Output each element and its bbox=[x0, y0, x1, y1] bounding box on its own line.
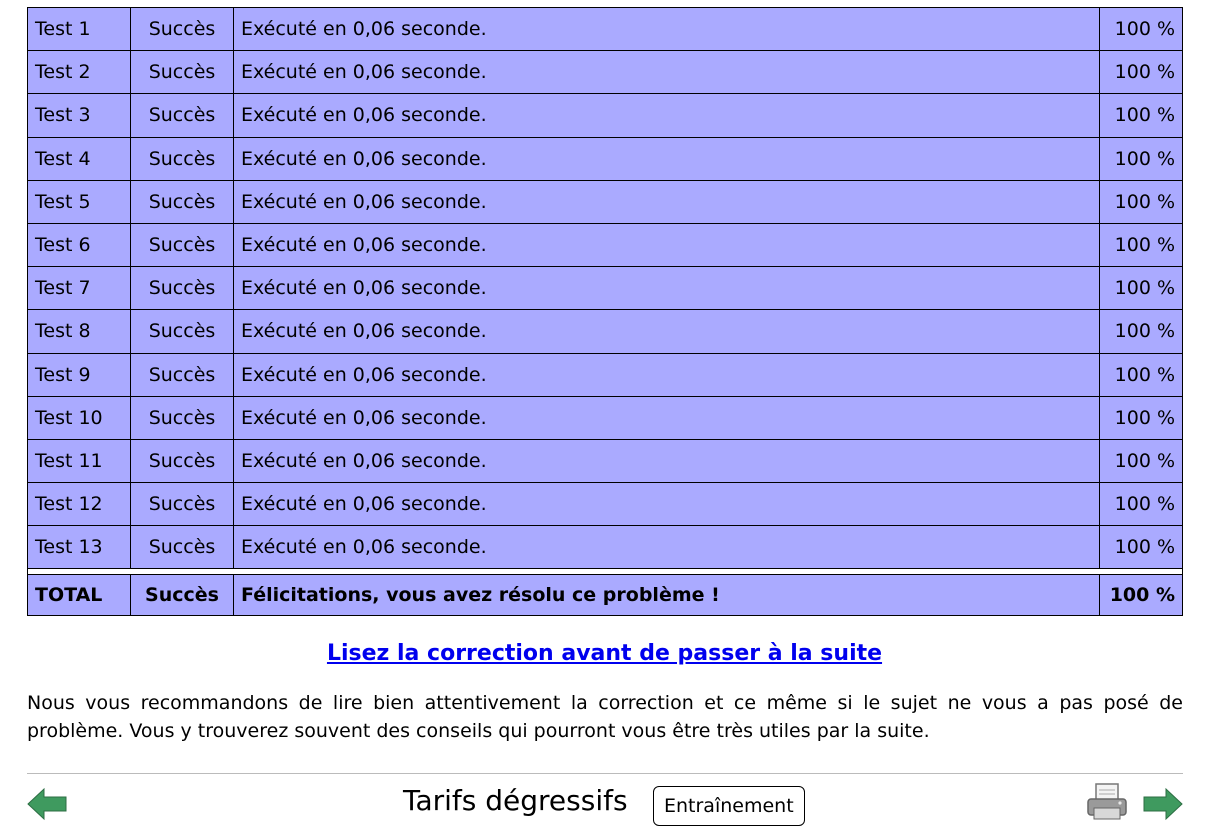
problem-title: Tarifs dégressifs bbox=[403, 784, 628, 817]
status-cell: Succès bbox=[130, 93, 234, 138]
message-cell: Exécuté en 0,06 seconde. bbox=[233, 395, 1100, 440]
test-name-cell: Test 3 bbox=[27, 93, 131, 138]
score-cell: 100 % bbox=[1099, 482, 1183, 527]
status-cell: Succès bbox=[130, 438, 234, 484]
left-arrow-icon[interactable] bbox=[27, 787, 67, 821]
score-cell: 100 % bbox=[1099, 309, 1183, 354]
test-name-cell: Test 6 bbox=[27, 222, 131, 268]
test-name-cell: Test 8 bbox=[27, 309, 131, 354]
status-cell: Succès bbox=[130, 574, 234, 617]
test-name-cell: Test 11 bbox=[27, 438, 131, 484]
message-cell: Exécuté en 0,06 seconde. bbox=[233, 438, 1100, 484]
test-name-cell: Test 5 bbox=[27, 179, 131, 224]
test-name-cell: Test 7 bbox=[27, 266, 131, 311]
message-cell: Exécuté en 0,06 seconde. bbox=[233, 179, 1100, 224]
status-cell: Succès bbox=[130, 352, 234, 397]
total-row: TOTAL Succès Félicitations, vous avez réso… bbox=[27, 574, 1183, 617]
test-name-cell: TOTAL bbox=[27, 574, 131, 617]
status-cell: Succès bbox=[130, 309, 234, 354]
test-name-cell: Test 13 bbox=[27, 525, 131, 570]
test-name-cell: Test 1 bbox=[27, 6, 131, 52]
message-cell: Exécuté en 0,06 seconde. bbox=[233, 222, 1100, 268]
table-row: Test 6 Succès Exécuté en 0,06 seconde. 100 … bbox=[27, 222, 1183, 268]
message-cell: Exécuté en 0,06 seconde. bbox=[233, 352, 1100, 397]
score-cell: 100 % bbox=[1099, 179, 1183, 224]
table-row: Test 2 Succès Exécuté en 0,06 seconde. 100 … bbox=[27, 50, 1183, 95]
table-row: Test 5 Succès Exécuté en 0,06 seconde. 100 … bbox=[27, 179, 1183, 224]
message-cell: Exécuté en 0,06 seconde. bbox=[233, 309, 1100, 354]
score-cell: 100 % bbox=[1099, 93, 1183, 138]
status-cell: Succès bbox=[130, 482, 234, 527]
status-cell: Succès bbox=[130, 222, 234, 268]
score-cell: 100 % bbox=[1099, 6, 1183, 52]
message-cell: Exécuté en 0,06 seconde. bbox=[233, 6, 1100, 52]
status-cell: Succès bbox=[130, 6, 234, 52]
status-cell: Succès bbox=[130, 266, 234, 311]
message-cell: Exécuté en 0,06 seconde. bbox=[233, 50, 1100, 95]
status-cell: Succès bbox=[130, 395, 234, 440]
training-mode-button[interactable]: Entraînement bbox=[653, 786, 805, 826]
status-cell: Succès bbox=[130, 50, 234, 95]
score-cell: 100 % bbox=[1099, 266, 1183, 311]
test-results-table: Test 1 Succès Exécuté en 0,06 seconde. 100 … bbox=[27, 6, 1183, 617]
score-cell: 100 % bbox=[1099, 395, 1183, 440]
status-cell: Succès bbox=[130, 179, 234, 224]
message-cell: Félicitations, vous avez résolu ce probl… bbox=[233, 574, 1100, 617]
table-row: Test 13 Succès Exécuté en 0,06 seconde. 100… bbox=[27, 525, 1183, 570]
message-cell: Exécuté en 0,06 seconde. bbox=[233, 93, 1100, 138]
test-name-cell: Test 12 bbox=[27, 482, 131, 527]
table-row: Test 3 Succès Exécuté en 0,06 seconde. 100 … bbox=[27, 93, 1183, 138]
message-cell: Exécuté en 0,06 seconde. bbox=[233, 482, 1100, 527]
score-cell: 100 % bbox=[1099, 574, 1183, 617]
table-row: Test 4 Succès Exécuté en 0,06 seconde. 100 … bbox=[27, 136, 1183, 181]
score-cell: 100 % bbox=[1099, 50, 1183, 95]
table-row: Test 11 Succès Exécuté en 0,06 seconde. 100… bbox=[27, 438, 1183, 484]
message-cell: Exécuté en 0,06 seconde. bbox=[233, 136, 1100, 181]
test-name-cell: Test 4 bbox=[27, 136, 131, 181]
score-cell: 100 % bbox=[1099, 222, 1183, 268]
table-row: Test 1 Succès Exécuté en 0,06 seconde. 100 … bbox=[27, 6, 1183, 52]
test-name-cell: Test 9 bbox=[27, 352, 131, 397]
message-cell: Exécuté en 0,06 seconde. bbox=[233, 525, 1100, 570]
table-row: Test 7 Succès Exécuté en 0,06 seconde. 100 … bbox=[27, 266, 1183, 311]
score-cell: 100 % bbox=[1099, 525, 1183, 570]
test-name-cell: Test 10 bbox=[27, 395, 131, 440]
message-cell: Exécuté en 0,06 seconde. bbox=[233, 266, 1100, 311]
advice-paragraph: Nous vous recommandons de lire bien atte… bbox=[27, 692, 1183, 742]
status-cell: Succès bbox=[130, 525, 234, 570]
correction-link[interactable]: Lisez la correction avant de passer à la… bbox=[0, 641, 1209, 666]
status-cell: Succès bbox=[130, 136, 234, 181]
test-name-cell: Test 2 bbox=[27, 50, 131, 95]
table-row: Test 9 Succès Exécuté en 0,06 seconde. 100 … bbox=[27, 352, 1183, 397]
footer-divider bbox=[27, 773, 1183, 774]
table-row: Test 10 Succès Exécuté en 0,06 seconde. 100… bbox=[27, 395, 1183, 440]
score-cell: 100 % bbox=[1099, 136, 1183, 181]
right-arrow-icon[interactable] bbox=[1143, 787, 1183, 821]
printer-icon[interactable] bbox=[1086, 782, 1128, 822]
score-cell: 100 % bbox=[1099, 438, 1183, 484]
table-row: Test 12 Succès Exécuté en 0,06 seconde. 100… bbox=[27, 482, 1183, 527]
table-row: Test 8 Succès Exécuté en 0,06 seconde. 100 … bbox=[27, 309, 1183, 354]
score-cell: 100 % bbox=[1099, 352, 1183, 397]
